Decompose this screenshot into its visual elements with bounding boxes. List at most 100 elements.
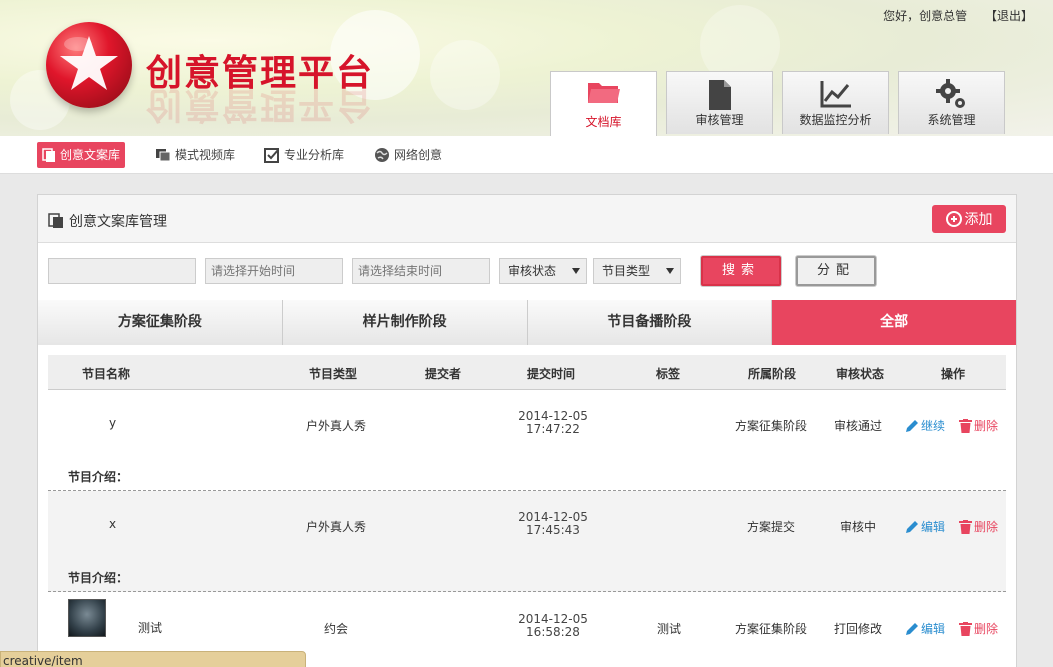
program-type: 户外真人秀 [306, 419, 367, 433]
program-name: x [109, 517, 117, 531]
caret-down-icon [572, 268, 580, 274]
col-type: 节目类型 [309, 367, 358, 381]
subnav-creative-copy[interactable]: 创意文案库 [37, 142, 126, 168]
main-tab-data-monitor[interactable]: 数据监控分析 [782, 71, 889, 134]
submit-time: 2014-12-05 17:45:43 [518, 511, 588, 537]
stage-tab-all[interactable]: 全部 [772, 300, 1016, 345]
submit-clock: 17:47:22 [526, 422, 580, 436]
program-type-select[interactable]: 节目类型 [593, 258, 681, 284]
subnav-video-library[interactable]: 模式视频库 [150, 142, 240, 168]
add-button[interactable]: 添加 [932, 205, 1006, 233]
stage: 方案提交 [747, 520, 796, 534]
stack-icon [155, 148, 171, 162]
gears-icon [935, 79, 969, 114]
col-status: 审核状态 [836, 367, 885, 381]
subnav-web-creative[interactable]: 网络创意 [369, 142, 447, 168]
main-tab-label: 文档库 [585, 115, 622, 129]
start-time-input[interactable] [205, 258, 343, 284]
pencil-icon [906, 622, 918, 635]
delete-button[interactable]: 删除 [959, 620, 998, 637]
assign-button[interactable]: 分配 [796, 256, 876, 286]
app-title-reflection: 创意管理平台 [146, 84, 375, 125]
col-stage: 所属阶段 [748, 367, 797, 381]
program-thumbnail[interactable] [68, 599, 106, 637]
table-row: y 户外真人秀 2014-12-05 17:47:22 方案征集阶段 审核通过 … [48, 390, 1006, 491]
line-chart-icon [819, 79, 853, 112]
program-type-label: 节目类型 [602, 264, 651, 278]
globe-icon [374, 147, 390, 163]
main-tab-label: 系统管理 [927, 113, 976, 127]
panel-title: 创意文案库管理 [48, 211, 167, 231]
user-greeting: 您好，创意总管 [883, 9, 968, 23]
header: 创意管理平台 创意管理平台 您好，创意总管 【退出】 文档库 审核管理 数据监控… [0, 0, 1053, 136]
table-row: x 户外真人秀 2014-12-05 17:45:43 方案提交 审核中 编辑 … [48, 491, 1006, 592]
add-button-label: 添加 [964, 212, 993, 228]
submit-time: 2014-12-05 17:47:22 [518, 410, 588, 436]
review-status-label: 审核状态 [508, 264, 557, 278]
stage: 方案征集阶段 [735, 622, 808, 636]
edit-button[interactable]: 编辑 [905, 518, 945, 535]
pencil-icon [906, 419, 918, 432]
continue-label: 继续 [921, 419, 946, 433]
delete-label: 删除 [974, 419, 999, 433]
program-name: 测试 [138, 621, 163, 635]
trash-icon [959, 418, 972, 433]
subnav-analysis-library[interactable]: 专业分析库 [259, 142, 349, 168]
panel-header: 创意文案库管理 添加 [38, 195, 1016, 243]
browser-status-bar: creative/item [0, 651, 306, 667]
trash-icon [959, 519, 972, 534]
pencil-icon [906, 520, 918, 533]
edit-label: 编辑 [921, 520, 946, 534]
stage-tab-broadcast[interactable]: 节目备播阶段 [527, 300, 773, 345]
col-actions: 操作 [941, 367, 966, 381]
subnav-label: 模式视频库 [175, 148, 236, 162]
plus-circle-icon [945, 211, 962, 227]
delete-label: 删除 [974, 520, 999, 534]
stage-tabs: 方案征集阶段 样片制作阶段 节目备播阶段 全部 [38, 300, 1016, 345]
library-panel: 创意文案库管理 添加 审核状态 节目类型 搜索 分配 方案征集阶段 样片制作阶段… [37, 194, 1017, 667]
col-name: 节目名称 [82, 367, 131, 381]
delete-label: 删除 [974, 622, 999, 636]
main-nav: 文档库 审核管理 数据监控分析 系统管理 [550, 71, 1014, 136]
caret-down-icon [666, 268, 674, 274]
keyword-input[interactable] [48, 258, 196, 284]
copy-icon [48, 213, 64, 229]
review-status: 打回修改 [834, 622, 883, 636]
subnav-label: 创意文案库 [60, 148, 121, 162]
main-tab-label: 数据监控分析 [799, 113, 872, 127]
delete-button[interactable]: 删除 [959, 518, 998, 535]
edit-button[interactable]: 编辑 [905, 620, 945, 637]
edit-label: 编辑 [921, 622, 946, 636]
review-status: 审核中 [840, 520, 877, 534]
main-tab-documents[interactable]: 文档库 [550, 71, 657, 136]
continue-button[interactable]: 继续 [905, 417, 945, 434]
sub-nav: 创意文案库 模式视频库 专业分析库 网络创意 [0, 136, 1053, 174]
bokeh-decoration [430, 40, 500, 110]
program-table: 节目名称 节目类型 提交者 提交时间 标签 所属阶段 审核状态 操作 y 户外真… [48, 355, 1006, 667]
col-submit-time: 提交时间 [527, 367, 576, 381]
col-submitter: 提交者 [425, 367, 462, 381]
program-type: 约会 [324, 622, 349, 636]
stage-tab-proposal[interactable]: 方案征集阶段 [38, 300, 283, 345]
program-name: y [109, 416, 117, 430]
main-tab-system[interactable]: 系统管理 [898, 71, 1005, 134]
subnav-label: 网络创意 [394, 148, 443, 162]
review-status: 审核通过 [834, 419, 883, 433]
table-header: 节目名称 节目类型 提交者 提交时间 标签 所属阶段 审核状态 操作 [48, 355, 1006, 390]
program-type: 户外真人秀 [306, 520, 367, 534]
end-time-input[interactable] [352, 258, 490, 284]
trash-icon [959, 621, 972, 636]
stage-tab-sample[interactable]: 样片制作阶段 [282, 300, 528, 345]
review-status-select[interactable]: 审核状态 [499, 258, 587, 284]
main-tab-label: 审核管理 [695, 113, 744, 127]
search-button[interactable]: 搜索 [701, 256, 781, 286]
star-icon [60, 36, 118, 90]
brand-logo [46, 22, 132, 108]
checkbox-icon [264, 147, 280, 163]
panel-title-text: 创意文案库管理 [69, 214, 167, 230]
submit-time: 2014-12-05 16:58:28 [518, 613, 588, 639]
logout-link[interactable]: 【退出】 [985, 9, 1033, 23]
delete-button[interactable]: 删除 [959, 417, 998, 434]
main-tab-review[interactable]: 审核管理 [666, 71, 773, 134]
program-intro-label: 节目介绍： [68, 571, 129, 585]
